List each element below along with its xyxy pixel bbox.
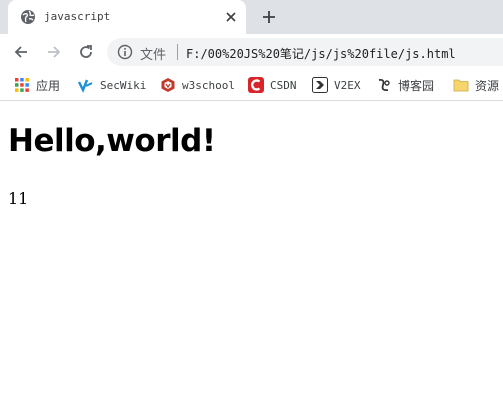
bookmark-secwiki[interactable]: SecWiki [77,76,147,94]
plus-icon [263,11,275,23]
tab-strip: javascript [0,0,503,34]
bookmark-apps[interactable]: 应用 [14,76,60,94]
bookmark-label: SecWiki [100,78,147,92]
browser-tab[interactable]: javascript [8,0,246,34]
w3school-icon [160,77,176,93]
folder-icon [453,77,469,93]
page-heading: Hello,world! [8,123,216,159]
page-content: Hello,world! 11 [0,101,503,408]
v2ex-icon [312,77,328,93]
arrow-right-icon [48,46,61,58]
secwiki-icon [77,77,94,93]
back-button[interactable] [9,40,33,64]
bookmark-cnblogs[interactable]: 博客园 [376,76,434,94]
bookmark-label: CSDN [270,78,297,92]
apps-grid-icon [14,77,30,93]
address-divider [177,44,178,60]
bookmark-label: w3school [182,78,235,92]
bookmarks-bar: 应用 SecWiki w3school CSDN V2EX 博客园 资源 [0,70,503,101]
bookmark-folder[interactable]: 资源 [453,76,499,94]
file-scheme-label: 文件 [140,48,167,63]
bookmark-label: 博客园 [398,78,435,93]
output-text: 11 [8,189,29,208]
globe-icon [20,9,36,25]
cnblogs-icon [376,77,392,93]
bookmark-label: 应用 [36,78,61,93]
reload-button[interactable] [74,40,98,64]
bookmark-label: V2EX [334,78,361,92]
address-bar[interactable]: 文件 F:/00%20JS%20笔记/js/js%20file/js.html [107,38,503,66]
info-icon[interactable] [117,44,133,60]
new-tab-button[interactable] [258,6,280,28]
bookmark-w3school[interactable]: w3school [160,76,235,94]
url-text[interactable]: F:/00%20JS%20笔记/js/js%20file/js.html [186,45,456,62]
tab-title: javascript [44,10,111,23]
bookmark-v2ex[interactable]: V2EX [312,76,361,94]
close-icon[interactable] [222,8,240,26]
forward-button[interactable] [42,40,66,64]
reload-icon [80,45,92,58]
csdn-icon [248,77,264,93]
arrow-left-icon [14,46,27,58]
bookmark-label: 资源 [475,78,500,93]
toolbar: 文件 F:/00%20JS%20笔记/js/js%20file/js.html [0,34,503,70]
bookmark-csdn[interactable]: CSDN [248,76,297,94]
